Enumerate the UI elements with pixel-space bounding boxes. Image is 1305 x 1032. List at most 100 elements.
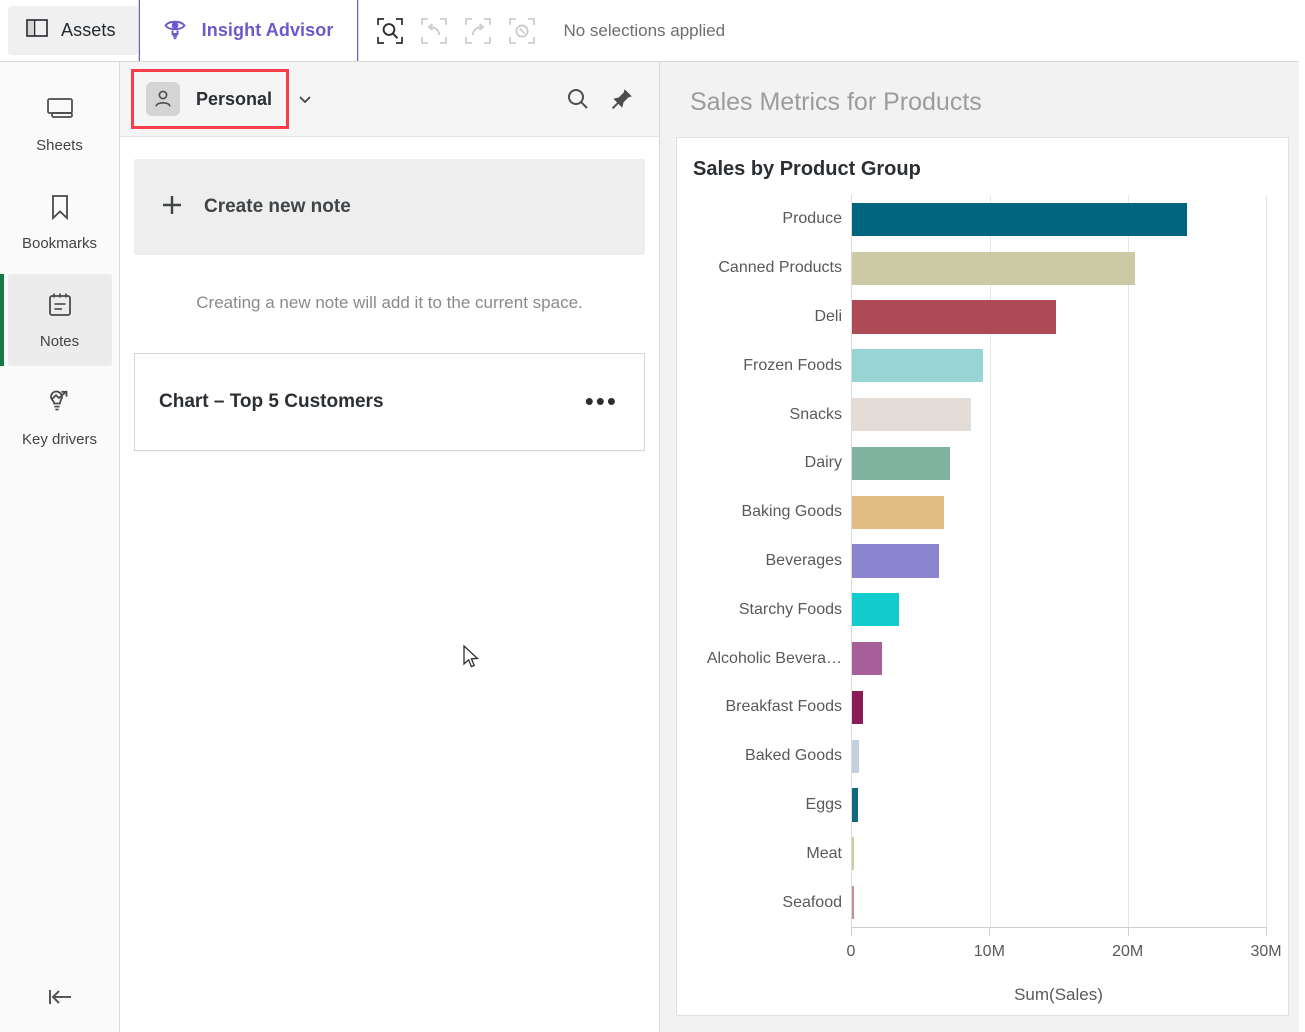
chart-bar[interactable] xyxy=(852,690,864,724)
chart-bar-row[interactable] xyxy=(852,634,1266,683)
sidebar-item-key-drivers[interactable]: Key drivers xyxy=(8,372,112,464)
x-axis-tick-label: 10M xyxy=(973,943,1005,960)
x-axis-title: Sum(Sales) xyxy=(1014,985,1103,1004)
x-axis-tick-label: 20M xyxy=(1112,943,1144,960)
page-title: Sales Metrics for Products xyxy=(690,88,982,116)
chart-bar[interactable] xyxy=(852,641,883,676)
chart-bar[interactable] xyxy=(852,544,939,578)
notes-panel-header: Personal xyxy=(120,62,659,137)
space-name-label: Personal xyxy=(196,88,273,109)
chart-y-label[interactable]: Alcoholic Bevera… xyxy=(691,634,851,683)
create-new-note-label: Create new note xyxy=(204,196,351,217)
chart-plot-wrapper: Produce Canned Products Deli Frozen Foods Sn… xyxy=(691,195,1282,1005)
list-item[interactable]: Chart – Top 5 Customers ••• xyxy=(134,353,645,451)
chart-bar[interactable] xyxy=(852,398,971,432)
chart-bar-row[interactable] xyxy=(852,488,1266,537)
top-toolbar: Assets Insight Advisor No selections app… xyxy=(0,0,1305,62)
ellipsis-icon[interactable]: ••• xyxy=(581,388,622,416)
chart-bar-row[interactable] xyxy=(852,244,1266,293)
x-axis-title-pad xyxy=(691,985,851,1005)
chart-bar[interactable] xyxy=(852,593,899,627)
chart-bar[interactable] xyxy=(852,885,854,920)
assets-label: Assets xyxy=(61,20,116,40)
chart-y-label[interactable]: Baking Goods xyxy=(691,488,851,537)
smart-search-icon[interactable] xyxy=(373,14,407,48)
chart-y-label[interactable]: Frozen Foods xyxy=(691,341,851,390)
chart-bar-row[interactable] xyxy=(852,732,1266,781)
chart-bar-row[interactable] xyxy=(852,341,1266,390)
chart-bar-row[interactable] xyxy=(852,195,1266,244)
chart-y-label[interactable]: Dairy xyxy=(691,439,851,488)
sidebar-item-notes[interactable]: Notes xyxy=(0,274,112,366)
chart-bars-zone xyxy=(851,195,1267,927)
chart-y-label[interactable]: Produce xyxy=(691,195,851,244)
chart-bar[interactable] xyxy=(852,300,1057,334)
x-axis-tick-label: 0 xyxy=(846,943,856,960)
chart-bar-row[interactable] xyxy=(852,293,1266,342)
right-edge-gutter xyxy=(1299,0,1305,1032)
lightbulb-eye-icon xyxy=(162,15,188,46)
undo-icon xyxy=(417,14,451,48)
chart-bars xyxy=(852,195,1266,927)
x-axis-ticks: 0 10M 20M 30M xyxy=(847,927,1282,985)
panel-layout-icon xyxy=(26,18,48,43)
chart-card[interactable]: Sales by Product Group Produce Canned Pro… xyxy=(676,137,1289,1016)
redo-icon xyxy=(461,14,495,48)
chart-bar-row[interactable] xyxy=(852,781,1266,830)
key-drivers-icon xyxy=(45,389,75,422)
chart-bar[interactable] xyxy=(852,202,1188,236)
search-icon[interactable] xyxy=(559,80,597,118)
chart-y-label[interactable]: Deli xyxy=(691,293,851,342)
chart-bar[interactable] xyxy=(852,788,858,822)
chart-bar-row[interactable] xyxy=(852,683,1266,732)
sidebar-item-label: Sheets xyxy=(36,136,83,154)
chart-x-axis: 0 10M 20M 30M xyxy=(691,927,1282,985)
chart-y-label[interactable]: Baked Goods xyxy=(691,732,851,781)
x-axis-pad xyxy=(691,927,851,985)
chart-bar[interactable] xyxy=(852,251,1135,285)
chart-bar-row[interactable] xyxy=(852,390,1266,439)
chart-y-label[interactable]: Canned Products xyxy=(691,244,851,293)
chart-bar-row[interactable] xyxy=(852,537,1266,586)
chart-bar-row[interactable] xyxy=(852,439,1266,488)
sidebar-item-sheets[interactable]: Sheets xyxy=(8,78,112,170)
sheet-icon xyxy=(45,95,75,128)
chart-y-label[interactable]: Snacks xyxy=(691,390,851,439)
chart-bar-row[interactable] xyxy=(852,585,1266,634)
sidebar-item-label: Key drivers xyxy=(21,430,98,448)
create-new-note-button[interactable]: Create new note xyxy=(134,159,645,255)
left-rail: Sheets Bookmarks Notes Key drivers xyxy=(0,62,120,1032)
x-axis-title-row: Sum(Sales) xyxy=(691,985,1266,1005)
chevron-down-icon[interactable] xyxy=(296,90,314,108)
chart-bar[interactable] xyxy=(852,739,859,773)
chart-bar-row[interactable] xyxy=(852,878,1266,927)
chart-bar[interactable] xyxy=(852,446,950,480)
x-axis-tick xyxy=(1127,927,1129,936)
plus-icon xyxy=(160,193,184,222)
tab-insight-advisor[interactable]: Insight Advisor xyxy=(138,0,359,61)
sidebar-item-label: Bookmarks xyxy=(21,234,98,252)
chart-bar[interactable] xyxy=(852,837,854,871)
chart-y-label[interactable]: Beverages xyxy=(691,537,851,586)
pin-icon[interactable] xyxy=(603,80,641,118)
sidebar-item-label: Notes xyxy=(39,332,80,350)
chart-y-label[interactable]: Breakfast Foods xyxy=(691,683,851,732)
assets-button[interactable]: Assets xyxy=(8,6,138,55)
chart-y-label[interactable]: Eggs xyxy=(691,781,851,830)
bookmark-icon xyxy=(47,193,73,226)
person-icon xyxy=(146,82,180,116)
chart-bar-row[interactable] xyxy=(852,829,1266,878)
x-axis-tick xyxy=(851,927,852,936)
note-card-title: Chart – Top 5 Customers xyxy=(159,391,384,412)
chart-y-label[interactable]: Seafood xyxy=(691,878,851,927)
collapse-left-icon[interactable] xyxy=(8,962,112,1032)
chart-y-label[interactable]: Starchy Foods xyxy=(691,585,851,634)
sidebar-item-bookmarks[interactable]: Bookmarks xyxy=(8,176,112,268)
notes-panel: Personal Create new note Creating a new … xyxy=(120,62,660,1032)
x-axis-tick xyxy=(989,927,991,936)
chart-bar[interactable] xyxy=(852,349,984,383)
notes-hint-text: Creating a new note will add it to the c… xyxy=(196,293,583,312)
chart-bar[interactable] xyxy=(852,495,945,529)
space-selector[interactable]: Personal xyxy=(130,69,290,129)
chart-y-label[interactable]: Meat xyxy=(691,829,851,878)
